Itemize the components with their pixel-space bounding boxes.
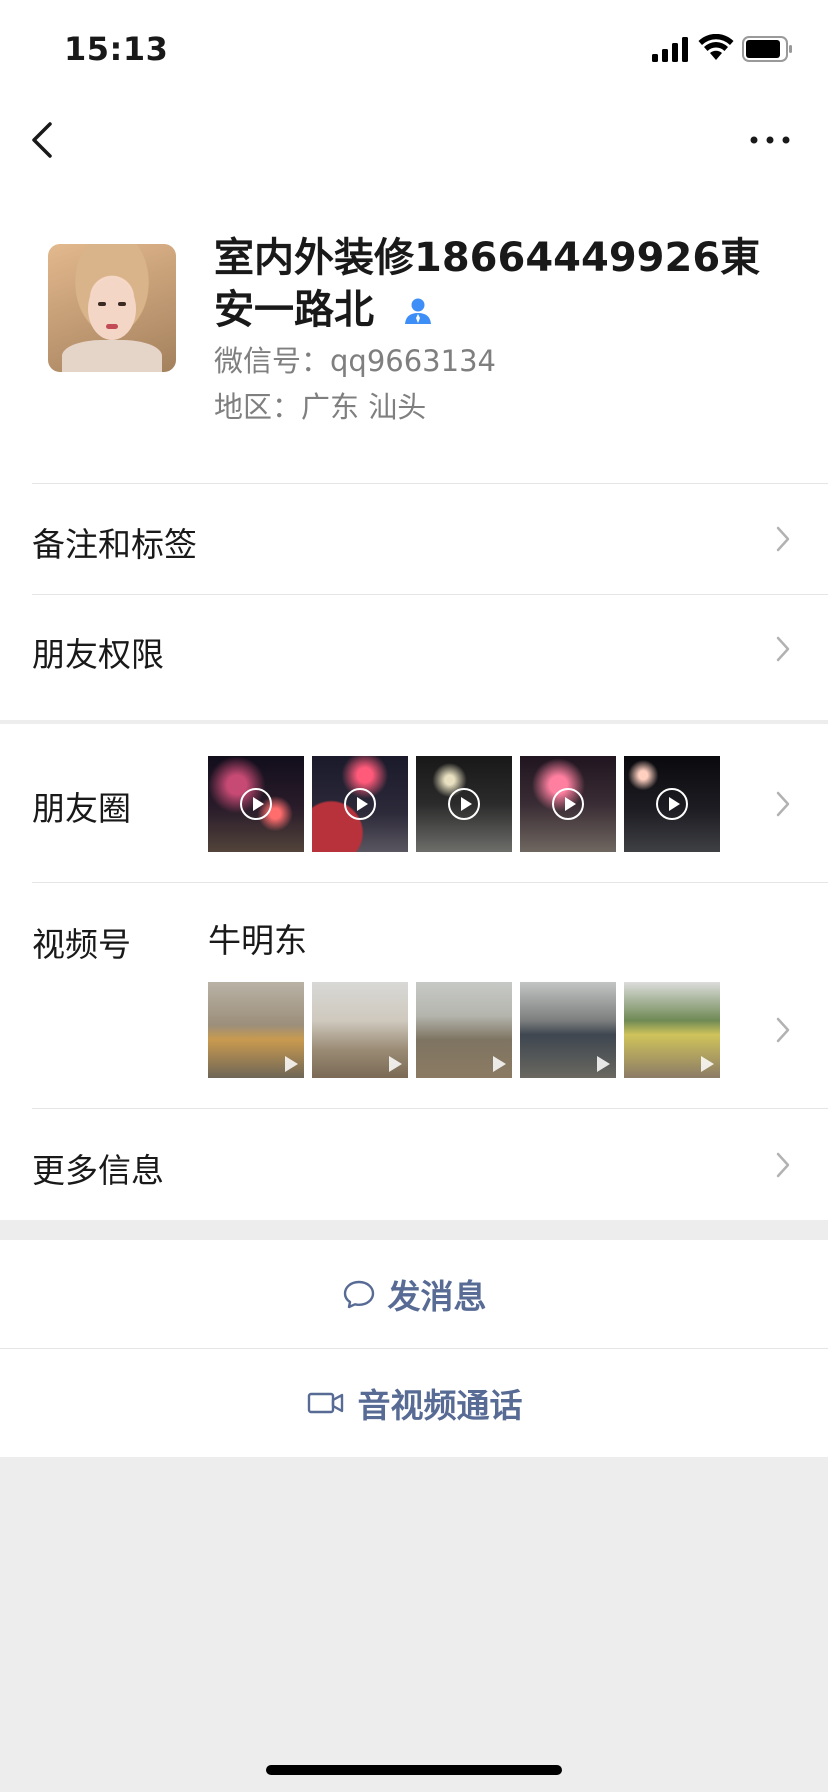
profile-panel: 15:13 室内外装修18664449926東安一路北 微信号：qq966313… (0, 0, 828, 720)
divider (32, 483, 828, 484)
chevron-right-icon (776, 1017, 790, 1043)
home-indicator[interactable] (266, 1765, 562, 1775)
play-icon (448, 788, 480, 820)
divider (32, 594, 828, 595)
moments-thumbnail[interactable] (416, 756, 512, 852)
divider (32, 1108, 828, 1109)
send-message-label: 发消息 (387, 1277, 487, 1316)
battery-icon (742, 36, 792, 62)
friend-permissions-label: 朋友权限 (32, 635, 164, 674)
channels-thumbnail[interactable] (624, 982, 720, 1078)
chevron-right-icon (776, 1152, 790, 1178)
channels-thumbnail[interactable] (208, 982, 304, 1078)
contact-name: 室内外装修18664449926東安一路北 (214, 232, 794, 336)
cellular-signal-icon (652, 37, 688, 62)
play-icon (493, 1056, 506, 1072)
channels-thumbnail[interactable] (416, 982, 512, 1078)
channels-thumbnail[interactable] (520, 982, 616, 1078)
moments-thumbnail[interactable] (208, 756, 304, 852)
av-call-label: 音视频通话 (357, 1386, 523, 1425)
moments-thumbnail[interactable] (520, 756, 616, 852)
moments-thumbnail[interactable] (624, 756, 720, 852)
play-icon (285, 1056, 298, 1072)
verified-icon (405, 298, 431, 324)
play-icon (552, 788, 584, 820)
send-message-button[interactable]: 发消息 (0, 1240, 828, 1348)
more-info-label: 更多信息 (32, 1151, 164, 1190)
contact-name-text: 室内外装修18664449926東安一路北 (214, 235, 761, 333)
chat-bubble-icon (343, 1280, 374, 1309)
play-icon (597, 1056, 610, 1072)
play-icon (701, 1056, 714, 1072)
channels-thumbnail[interactable] (312, 982, 408, 1078)
back-icon[interactable] (28, 118, 58, 162)
play-icon (344, 788, 376, 820)
play-icon (240, 788, 272, 820)
play-icon (389, 1056, 402, 1072)
status-bar: 15:13 (0, 0, 828, 100)
channels-name: 牛明东 (208, 921, 307, 960)
av-call-button[interactable]: 音视频通话 (0, 1349, 828, 1457)
remarks-tags-label: 备注和标签 (32, 525, 197, 564)
region: 地区：广东 汕头 (214, 390, 427, 424)
video-camera-icon (307, 1392, 343, 1414)
chevron-right-icon (776, 526, 790, 552)
avatar[interactable] (48, 244, 176, 372)
social-section: 朋友圈 视频号 牛明东 更多信息 (0, 724, 828, 1220)
more-icon[interactable] (748, 128, 792, 152)
channels-label: 视频号 (32, 925, 131, 964)
chevron-right-icon (776, 636, 790, 662)
chevron-right-icon (776, 791, 790, 817)
divider (32, 882, 828, 883)
play-icon (656, 788, 688, 820)
moments-label: 朋友圈 (32, 789, 131, 828)
wifi-icon (698, 34, 734, 60)
status-time: 15:13 (64, 30, 169, 68)
wechat-id: 微信号：qq9663134 (214, 344, 496, 378)
moments-thumbnail[interactable] (312, 756, 408, 852)
